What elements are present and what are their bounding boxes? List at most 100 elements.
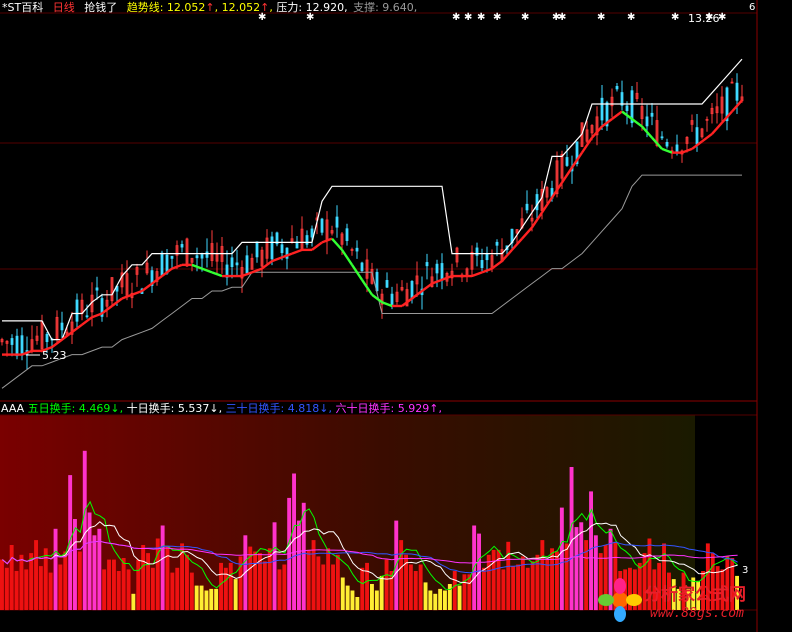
volume-bar [34,540,38,610]
volume-bar [316,556,321,610]
volume-bar [511,566,516,610]
candle-body [360,262,364,272]
volume-bar [185,554,189,611]
watermark-title: 分析家公式网 [644,585,746,605]
watermark-url: www.88gs.com [650,606,744,621]
candle-body [345,228,349,241]
candle-body [440,263,444,280]
volume-bar [14,571,19,610]
signal-marker: ✱ [627,12,635,23]
candle-body [20,335,24,354]
volume-bar [345,585,350,610]
volume-bar [423,582,428,610]
candle-body [170,255,174,259]
candle-body [565,157,569,166]
volume-bar [48,572,53,610]
trend-value-1: 12.052 [166,1,206,14]
m60-value: 5.929 [397,402,430,415]
volume-bar [506,541,511,611]
volume-bar [486,554,491,611]
trend-arrow-1: ↑ [205,1,215,14]
signal-marker: ✱ [671,12,679,23]
volume-bar [340,577,345,610]
candle-body [625,105,629,111]
candle-body [645,116,649,127]
m5-label: 五日换手: [27,402,76,415]
candle-body [435,263,439,274]
candle-body [410,280,414,300]
volume-bar [150,567,155,611]
volume-bar [170,572,175,610]
volume-bar [141,545,146,610]
volume-bar [365,562,369,610]
candle-body [335,216,339,228]
high-price-label: 13.26 [688,12,720,25]
volume-bar [321,564,326,610]
volume-bar [569,467,574,610]
volume-bar [262,561,267,611]
candle-body [160,252,164,276]
volume-bar [433,593,438,611]
volume-bar [4,567,9,611]
volume-bar [516,564,520,610]
watermark-logo-icon [598,578,642,622]
volume-bar [77,551,82,610]
volume-bar [131,593,136,611]
volume-bar [306,549,311,610]
volume-bar [160,525,165,610]
candle-body [495,241,499,246]
volume-bar [491,549,496,610]
volume-bar [175,567,180,611]
candle-body [615,85,619,90]
m5-value: 4.469 [78,402,111,415]
volume-bar [194,585,199,610]
volume-bar [384,559,389,610]
candle-body [485,253,489,261]
volume-bar [418,564,423,610]
volume-bar [214,588,219,610]
volume-bar [447,584,452,610]
candle-body [255,241,259,258]
volume-bar [350,590,355,610]
volume-bar [297,520,301,610]
volume-bar [204,590,209,610]
candle-body [270,236,274,260]
candle-body [195,255,199,259]
candle-body [310,228,314,238]
candle-body [620,92,624,106]
turnover-header: AAA 五日换手: 4.469↓, 十日换手: 5.537↓, 三十日换手: 4… [1,402,442,415]
candle-body [245,255,249,274]
period-label[interactable]: 日线 [53,1,75,14]
volume-bar [112,559,116,610]
volume-bar [228,562,233,610]
volume-bar [428,590,433,610]
volume-bar [63,551,68,610]
m30-value: 4.818 [287,402,320,415]
indicator-prefix[interactable]: AAA [1,402,24,415]
volume-bar [374,590,379,610]
candle-body [280,244,284,254]
volume-bar [267,548,272,611]
volume-bar [540,540,545,610]
candle-body [205,251,209,258]
volume-bar [301,502,306,611]
candle-body [45,333,49,343]
volume-bar [589,491,593,610]
price-header: *ST百科 日线 抢钱了 趋势线: 12.052↑, 12.052↑, 压力: … [2,1,418,14]
volume-bar [574,527,579,610]
candle-body [320,218,324,233]
volume-bar [53,528,58,611]
candle-body [480,260,484,269]
volume-bar [199,585,204,610]
volume-bar [535,554,540,611]
candle-body [85,315,89,318]
volume-bar [102,569,107,610]
m5-arrow: ↓ [110,402,120,415]
volume-bar [525,567,530,611]
volume-bar [24,569,29,610]
support-label: 支撑: [353,1,379,14]
m10-arrow: ↓ [209,402,219,415]
stock-chart[interactable]: ✱ ✱ ✱ ✱ ✱ ✱ ✱ ✱✱ ✱ ✱ ✱ ✱ ✱ 5.23 13.26 6 3 [0,0,792,632]
m10-value: 5.537 [177,402,210,415]
low-price-label: 5.23 [42,349,67,362]
